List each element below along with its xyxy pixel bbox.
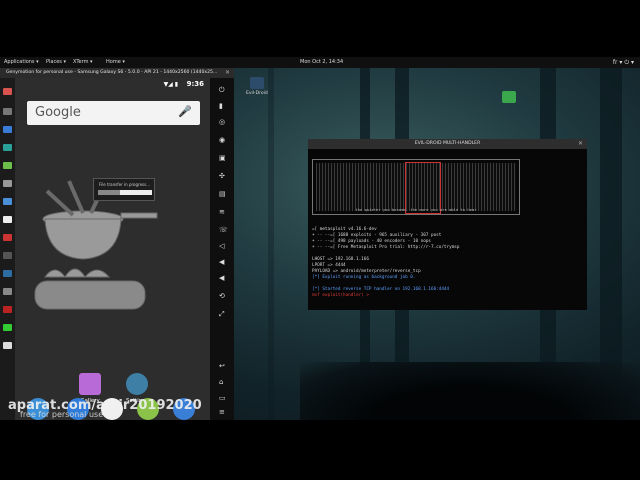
progress-fill	[98, 190, 120, 195]
app-launcher-icon[interactable]	[3, 108, 12, 115]
emulator-title: Genymotion for personal use - Samsung Ga…	[6, 70, 218, 75]
remote-control-icon[interactable]: ✣	[219, 172, 225, 180]
app-launcher-icon[interactable]	[3, 180, 12, 187]
capture-icon[interactable]: ▣	[219, 154, 226, 162]
app-launcher-icon[interactable]	[3, 126, 12, 133]
file-transfer-dialog: File transfer in progress...	[93, 178, 155, 201]
app-launcher-icon[interactable]	[3, 144, 12, 151]
android-status-bar: ▼◢ ▮ 9:36	[15, 78, 210, 92]
terminal-line: [*] Exploit running as background job 0.	[312, 275, 416, 280]
emulator-titlebar[interactable]: Genymotion for personal use - Samsung Ga…	[0, 68, 234, 78]
banner-tagline: the quieter you become, the more you are…	[355, 207, 477, 212]
app-launcher-icon[interactable]	[3, 198, 12, 205]
top-panel: Applications ▾ Places ▾ XTerm ▾ Home ▾ M…	[0, 57, 640, 68]
microphone-icon[interactable]: 🎤	[178, 105, 192, 118]
ascii-banner: the quieter you become, the more you are…	[312, 159, 520, 215]
android-screen[interactable]: ▼◢ ▮ 9:36 Google 🎤 File transfer in prog…	[15, 78, 210, 420]
pot-body	[44, 218, 122, 260]
folder-icon	[249, 77, 264, 89]
share-icon[interactable]: ◁	[219, 242, 224, 250]
battery-icon[interactable]: ▮	[219, 102, 223, 110]
network-icon[interactable]: ≋	[219, 208, 225, 216]
app-launcher-icon[interactable]	[3, 270, 12, 277]
rock-silhouette	[300, 362, 640, 420]
desktop-icon-label: Evil-Droid	[246, 91, 268, 96]
phone-icon[interactable]: ☏	[219, 226, 228, 234]
app-launcher-icon[interactable]	[3, 324, 12, 331]
google-search-bar[interactable]: Google 🎤	[27, 101, 200, 125]
pot-handle	[120, 212, 158, 219]
app-launcher-icon[interactable]	[3, 288, 12, 295]
fork	[45, 189, 75, 217]
volume-down-icon[interactable]: ◀	[219, 274, 224, 282]
home-icon[interactable]: ⌂	[219, 378, 223, 386]
google-logo: Google	[35, 105, 81, 120]
terminal-line: + -- --=[ Free Metasploit Pro trial: htt…	[312, 245, 460, 250]
terminal-titlebar[interactable]: EVIL-DROID MULTI-HANDLER ✕	[308, 139, 587, 149]
menu-home[interactable]: Home ▾	[106, 57, 125, 68]
flame	[44, 268, 111, 278]
app-launcher-icon[interactable]	[3, 234, 12, 241]
dialog-label: File transfer in progress...	[99, 182, 151, 187]
signal-icon: ▼◢ ▮	[163, 81, 178, 88]
id-icon[interactable]: ▤	[219, 190, 226, 198]
camera-icon[interactable]: ◉	[219, 136, 225, 144]
fork	[67, 180, 85, 214]
app-launcher-icon[interactable]	[3, 252, 12, 259]
close-icon[interactable]: ✕	[578, 139, 583, 149]
terminal-title: EVIL-DROID MULTI-HANDLER	[414, 141, 481, 146]
menu-icon[interactable]: ≡	[219, 408, 225, 416]
gear-icon	[126, 373, 149, 395]
terminal-window[interactable]: the quieter you become, the more you are…	[308, 149, 587, 310]
menu-places[interactable]: Places ▾	[46, 57, 66, 68]
progress-bar	[98, 190, 152, 195]
rotate-icon[interactable]: ⟲	[219, 292, 225, 300]
terminal-prompt[interactable]: msf exploit(handler) >	[312, 293, 369, 299]
desktop: Applications ▾ Places ▾ XTerm ▾ Home ▾ M…	[0, 57, 640, 420]
log	[34, 280, 146, 310]
gallery-icon	[79, 373, 101, 395]
recent-apps-icon[interactable]: ▭	[219, 394, 226, 402]
emulator-sidebar: ⏻ ▮ ◎ ◉ ▣ ✣ ▤ ≋ ☏ ◁ ◀ ◀ ⟲ ⤢ ↩ ⌂ ▭ ≡	[210, 78, 234, 420]
power-icon[interactable]: ⏻	[219, 86, 225, 95]
app-launcher-icon[interactable]	[3, 306, 12, 313]
desktop-icon-android[interactable]	[502, 91, 516, 105]
android-icon	[502, 91, 516, 103]
watermark-sub: free for personal use	[20, 410, 104, 419]
app-launcher-icon[interactable]	[3, 88, 12, 95]
menu-applications[interactable]: Applications ▾	[4, 57, 39, 68]
app-launcher-icon[interactable]	[3, 162, 12, 169]
close-icon[interactable]: ✕	[225, 68, 230, 78]
gps-icon[interactable]: ◎	[219, 118, 225, 126]
menu-xterm[interactable]: XTerm ▾	[73, 57, 93, 68]
back-icon[interactable]: ↩	[219, 362, 225, 370]
tree	[268, 57, 274, 420]
clock[interactable]: Mon Oct 2, 14:34	[300, 57, 343, 68]
desktop-icon-evil-droid[interactable]: Evil-Droid	[246, 77, 268, 96]
system-tray[interactable]: fr ▾ ⏻ ▾	[613, 57, 634, 68]
scale-icon[interactable]: ⤢	[219, 310, 225, 319]
status-time: 9:36	[186, 80, 204, 88]
app-launcher-icon[interactable]	[3, 216, 12, 223]
app-launcher-icon[interactable]	[3, 342, 12, 349]
left-dock	[0, 78, 15, 420]
volume-up-icon[interactable]: ◀	[219, 258, 224, 266]
